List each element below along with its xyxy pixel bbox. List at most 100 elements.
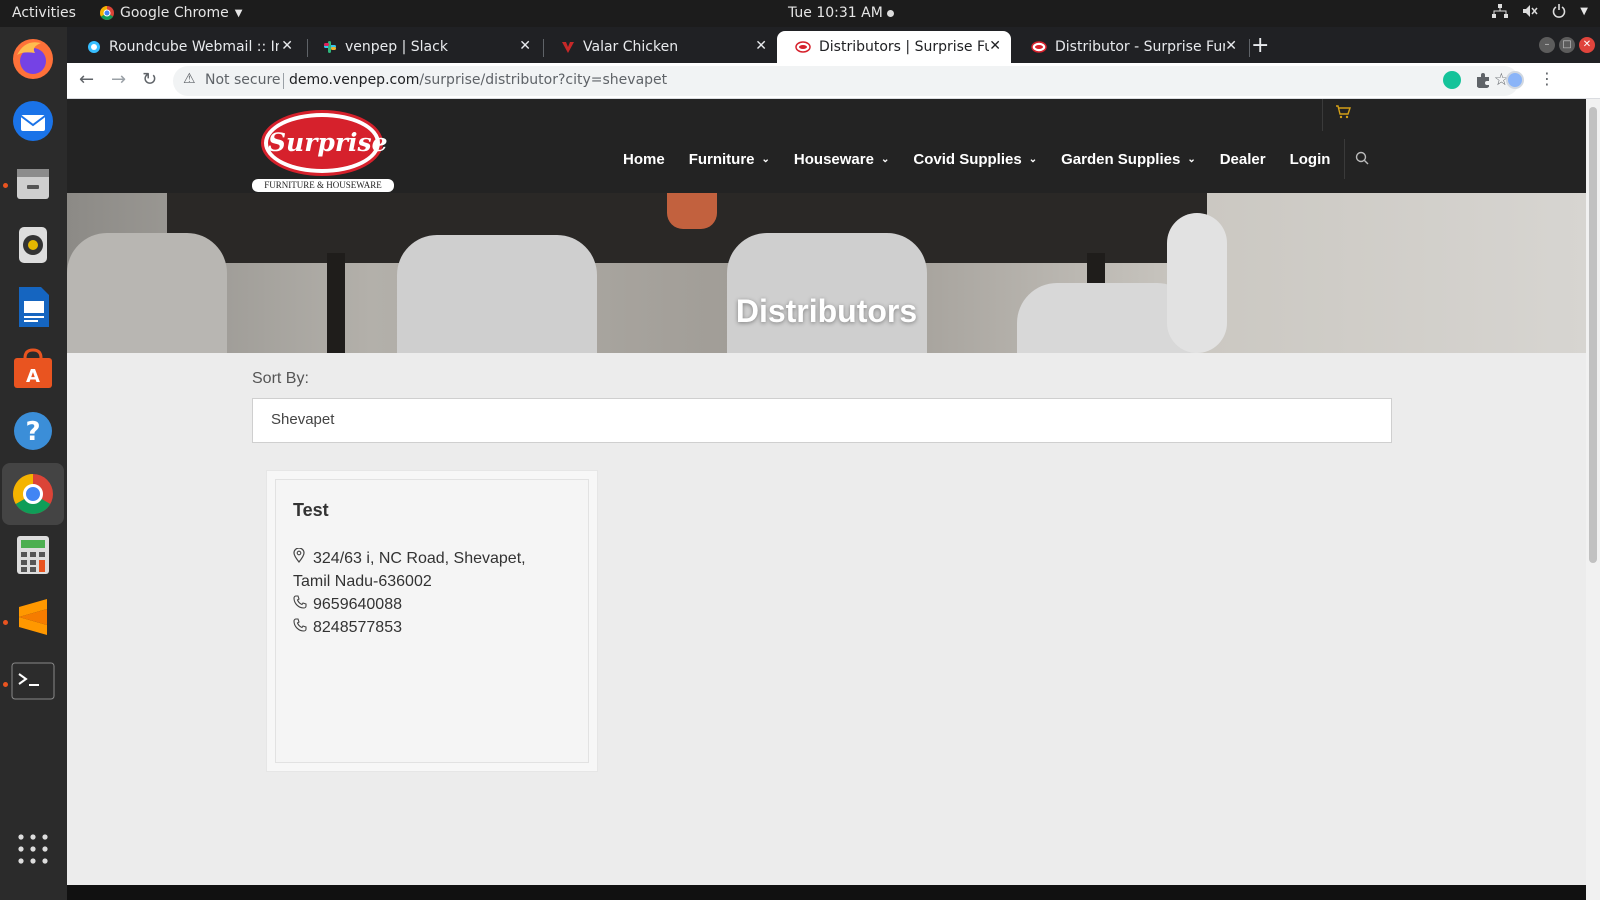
sort-by-label: Sort By: [252, 370, 309, 387]
warning-icon[interactable]: ⚠ [183, 71, 196, 87]
browser-window: Roundcube Webmail :: Inbox ✕ venpep | Sl… [67, 27, 1600, 900]
nav-covid-supplies[interactable]: Covid Supplies ⌄ [913, 151, 1037, 168]
app-name: Google Chrome [120, 5, 229, 21]
back-icon[interactable]: ← [79, 69, 94, 90]
address-bar[interactable]: ⚠ Not secure demo.venpep.com/surprise/di… [173, 66, 1519, 96]
close-icon[interactable]: ✕ [281, 38, 293, 54]
calculator-icon[interactable] [9, 531, 57, 579]
files-icon[interactable] [9, 159, 57, 207]
show-applications-icon[interactable] [9, 825, 57, 873]
clock-text: Tue 10:31 AM [788, 5, 883, 21]
phone-number[interactable]: 9659640088 [313, 593, 402, 616]
power-icon [1553, 4, 1566, 18]
logo-text: Surprise [268, 117, 388, 169]
header-divider [1322, 99, 1323, 131]
sublime-text-icon[interactable] [9, 595, 57, 643]
clock[interactable]: Tue 10:31 AM [788, 5, 894, 21]
header-divider [1344, 139, 1345, 179]
roundcube-favicon-icon [88, 41, 100, 53]
phone-icon [293, 616, 313, 639]
tab-title: Distributor - Surprise Furniture [1055, 39, 1225, 55]
tab-distributor[interactable]: Distributor - Surprise Furniture ✕ [1013, 31, 1247, 63]
close-icon[interactable]: ✕ [755, 38, 767, 54]
close-icon[interactable]: ✕ [989, 38, 1001, 54]
thunderbird-icon[interactable] [9, 97, 57, 145]
page-scrollbar[interactable] [1586, 99, 1600, 900]
phone-number[interactable]: 8248577853 [313, 616, 402, 639]
distributor-card: Test 324/63 i, NC Road, Shevapet, Tamil … [266, 470, 598, 772]
security-label[interactable]: Not secure [205, 72, 281, 88]
nav-label: Houseware [793, 151, 874, 168]
nav-home[interactable]: Home [623, 151, 665, 168]
city-sort-select[interactable]: Shevapet [252, 398, 1392, 443]
volume-muted-icon [1523, 5, 1538, 17]
distributor-address: 324/63 i, NC Road, Shevapet, [293, 547, 571, 570]
nav-label: Covid Supplies [913, 151, 1022, 168]
nav-label: Furniture [688, 151, 755, 168]
system-tray[interactable]: ▼ [1492, 4, 1588, 18]
maximize-button[interactable]: □ [1559, 37, 1575, 53]
address-line-1: 324/63 i, NC Road, Shevapet, [313, 550, 526, 567]
help-icon[interactable]: ? [9, 407, 57, 455]
url-text[interactable]: demo.venpep.com/surprise/distributor?cit… [289, 72, 667, 88]
hero-chair-image [1167, 213, 1227, 353]
close-icon[interactable]: ✕ [519, 38, 531, 54]
map-pin-icon [293, 547, 313, 570]
site-header: Surprise FURNITURE & HOUSEWARE Home Furn… [67, 99, 1586, 193]
minimize-button[interactable]: – [1539, 37, 1555, 53]
tab-divider [1249, 39, 1250, 57]
tab-slack[interactable]: venpep | Slack ✕ [305, 31, 541, 63]
nav-dealer[interactable]: Dealer [1220, 151, 1266, 168]
nav-login[interactable]: Login [1290, 151, 1331, 168]
activities-button[interactable]: Activities [12, 5, 76, 21]
hero-vase-image [667, 193, 717, 229]
hero-banner: Distributors [67, 193, 1586, 353]
surprise-logo[interactable]: Surprise FURNITURE & HOUSEWARE [252, 107, 394, 193]
nav-houseware[interactable]: Houseware ⌄ [794, 151, 889, 168]
writer-icon[interactable] [9, 283, 57, 331]
network-icon [1492, 4, 1509, 18]
chevron-down-icon: ▼ [234, 7, 243, 19]
close-window-button[interactable]: ✕ [1579, 37, 1595, 53]
more-menu-icon[interactable]: ⋮ [1539, 69, 1555, 88]
reload-icon[interactable]: ↻ [142, 69, 157, 90]
url-path: /surprise/distributor?city=shevapet [419, 72, 668, 88]
new-tab-button[interactable]: + [1251, 33, 1269, 58]
chrome-dock-icon[interactable] [2, 463, 64, 525]
address-line-2: Tamil Nadu-636002 [293, 573, 432, 590]
svg-text:?: ? [25, 417, 40, 447]
dock: A ? [0, 27, 67, 900]
distributor-name: Test [293, 500, 329, 520]
nav-garden-supplies[interactable]: Garden Supplies ⌄ [1061, 151, 1196, 168]
chevron-down-icon: ⌄ [1028, 154, 1038, 165]
forward-icon[interactable]: → [111, 69, 126, 90]
nav-furniture[interactable]: Furniture ⌄ [689, 151, 770, 168]
software-center-icon[interactable]: A [9, 345, 57, 393]
close-icon[interactable]: ✕ [1225, 38, 1237, 54]
chrome-app-icon [100, 6, 114, 20]
app-menu[interactable]: Google Chrome ▼ [100, 5, 242, 21]
grammarly-extension-icon[interactable] [1443, 71, 1461, 89]
scrollbar-thumb[interactable] [1589, 107, 1597, 563]
search-icon[interactable] [1355, 151, 1369, 169]
surprise-favicon-icon [1031, 41, 1047, 53]
logo-tagline: FURNITURE & HOUSEWARE [252, 179, 394, 192]
tab-valar-chicken[interactable]: Valar Chicken ✕ [543, 31, 777, 63]
tab-title: Valar Chicken [583, 39, 679, 55]
firefox-icon[interactable] [9, 35, 57, 83]
tab-roundcube[interactable]: Roundcube Webmail :: Inbox ✕ [69, 31, 303, 63]
tab-distributors-active[interactable]: Distributors | Surprise Furniture ✕ [777, 31, 1011, 63]
terminal-icon[interactable] [9, 657, 57, 705]
surprise-favicon-icon [795, 41, 811, 53]
chevron-down-icon: ▼ [1580, 5, 1588, 17]
browser-toolbar: ← → ↻ ⚠ Not secure demo.venpep.com/surpr… [67, 63, 1600, 99]
cart-icon[interactable] [1335, 105, 1351, 123]
site-footer [67, 885, 1586, 900]
extensions-puzzle-icon[interactable] [1474, 71, 1492, 89]
main-nav: Home Furniture ⌄ Houseware ⌄ Covid Supplie… [623, 151, 1354, 168]
rhythmbox-icon[interactable] [9, 221, 57, 269]
profile-avatar[interactable] [1506, 71, 1524, 89]
running-indicator [3, 682, 8, 687]
notification-dot [886, 9, 894, 17]
tab-title: venpep | Slack [345, 39, 448, 55]
